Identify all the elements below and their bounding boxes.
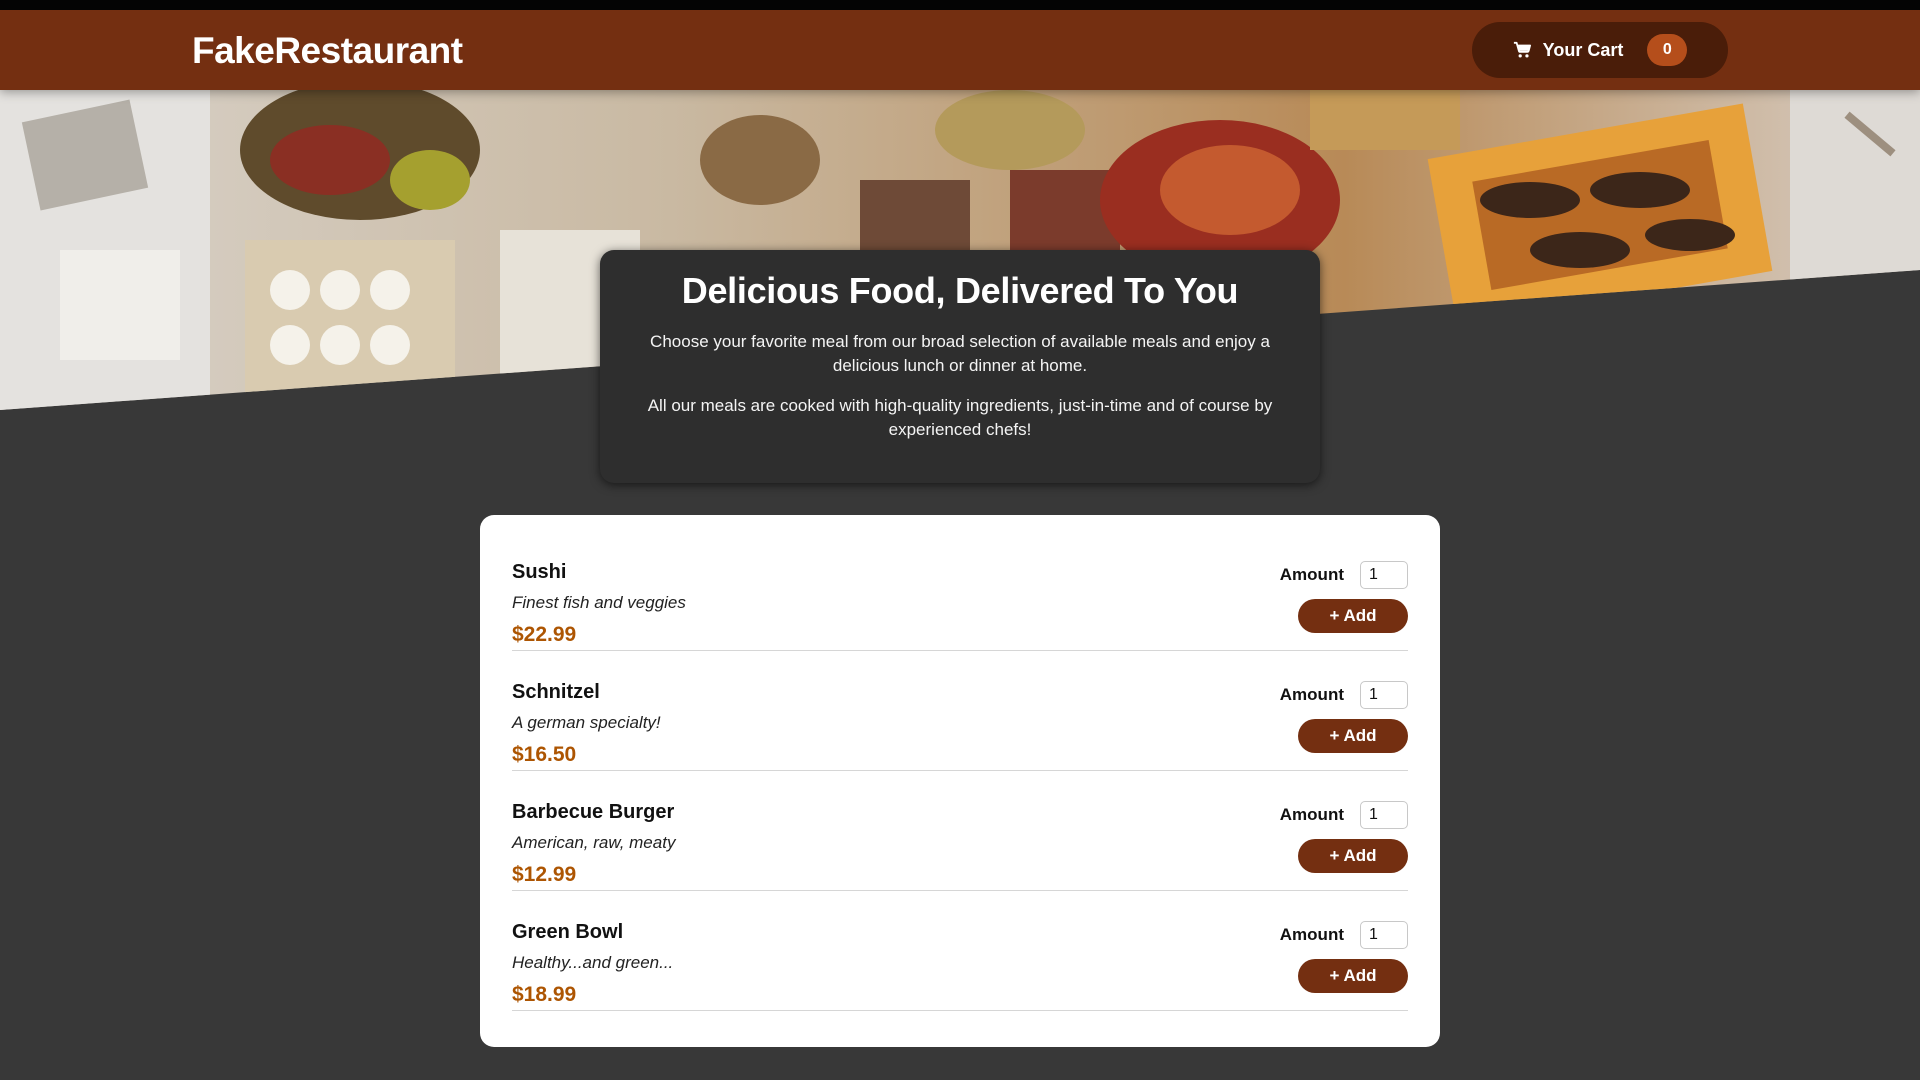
- summary-paragraph-1: Choose your favorite meal from our broad…: [650, 332, 1270, 375]
- amount-input[interactable]: [1360, 681, 1408, 709]
- shopping-cart-icon: [1513, 41, 1531, 59]
- amount-input[interactable]: [1360, 561, 1408, 589]
- amount-input[interactable]: [1360, 801, 1408, 829]
- top-border: [0, 0, 1920, 10]
- amount-label: Amount: [1279, 685, 1344, 704]
- meal-add-form: Amount + Add: [1248, 801, 1408, 873]
- meal-add-form: Amount + Add: [1248, 921, 1408, 993]
- summary-title: Delicious Food, Delivered To You: [681, 270, 1239, 311]
- meal-item: Barbecue Burger American, raw, meaty $12…: [512, 771, 1408, 891]
- meal-item: Schnitzel A german specialty! $16.50 Amo…: [512, 651, 1408, 771]
- amount-input[interactable]: [1360, 921, 1408, 949]
- summary-paragraph-2: All our meals are cooked with high-quali…: [647, 396, 1273, 439]
- add-to-cart-button[interactable]: + Add: [1298, 959, 1408, 993]
- cart-label: Your Cart: [1542, 39, 1624, 60]
- meal-add-form: Amount + Add: [1248, 681, 1408, 753]
- site-header: FakeRestaurant Your Cart 0: [0, 10, 1920, 90]
- amount-label: Amount: [1279, 805, 1344, 824]
- cart-count-badge: 0: [1647, 34, 1688, 66]
- meal-add-form: Amount + Add: [1248, 561, 1408, 633]
- add-to-cart-button[interactable]: + Add: [1298, 719, 1408, 753]
- amount-label: Amount: [1279, 565, 1344, 584]
- meals-list: Sushi Finest fish and veggies $22.99 Amo…: [480, 515, 1440, 1047]
- amount-label: Amount: [1279, 925, 1344, 944]
- add-to-cart-button[interactable]: + Add: [1298, 599, 1408, 633]
- summary-card: Delicious Food, Delivered To You Choose …: [600, 250, 1320, 483]
- add-to-cart-button[interactable]: + Add: [1298, 839, 1408, 873]
- brand-logo[interactable]: FakeRestaurant: [192, 10, 463, 90]
- meal-item: Sushi Finest fish and veggies $22.99 Amo…: [512, 531, 1408, 651]
- cart-button[interactable]: Your Cart 0: [1472, 22, 1728, 78]
- meal-item: Green Bowl Healthy...and green... $18.99…: [512, 891, 1408, 1011]
